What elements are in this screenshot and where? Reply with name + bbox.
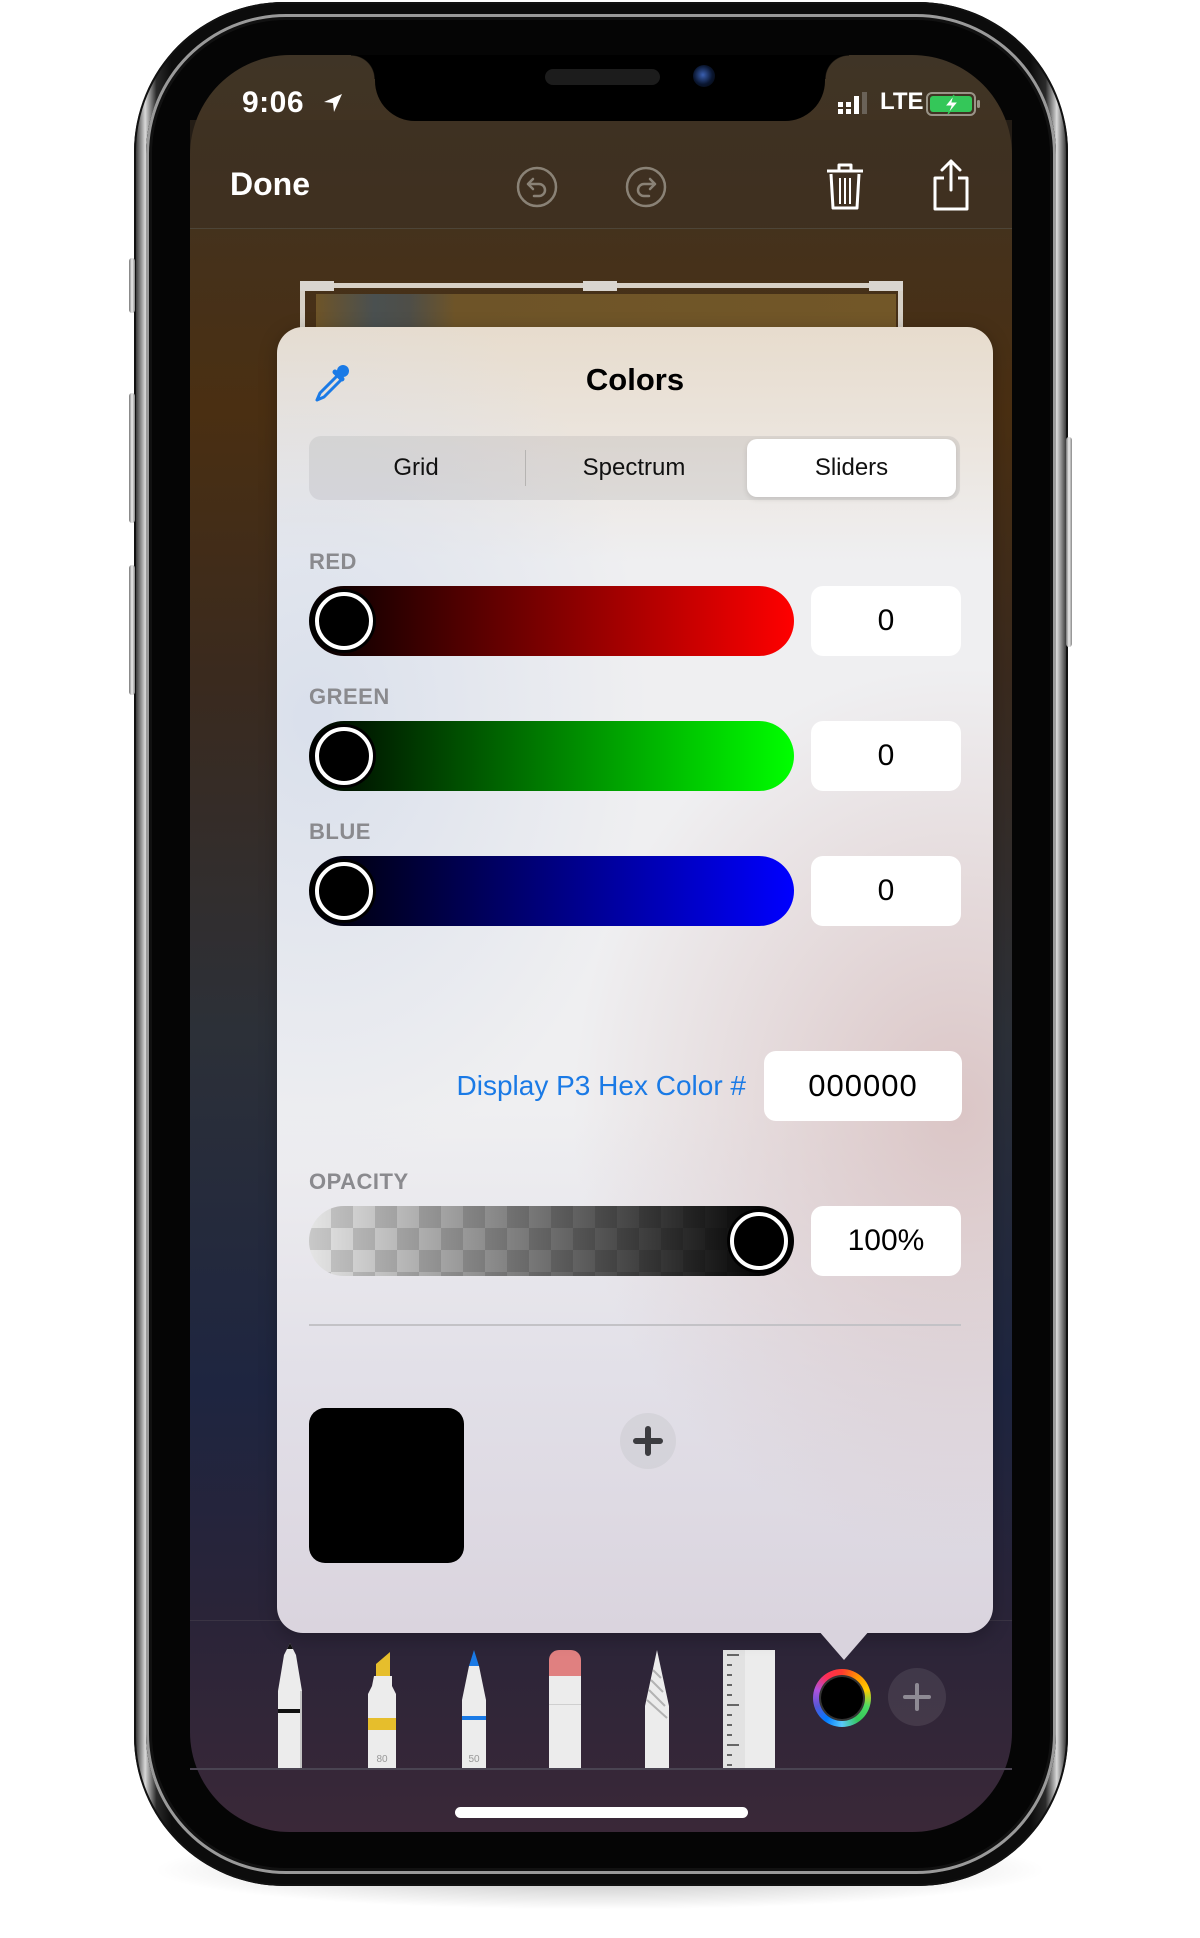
crop-handle-right[interactable] [869, 281, 903, 291]
crop-handle-center[interactable] [583, 281, 617, 291]
tab-sliders[interactable]: Sliders [747, 439, 956, 497]
hex-color-field[interactable]: 000000 [764, 1051, 962, 1121]
saved-color-swatch[interactable] [309, 1408, 464, 1563]
red-slider[interactable] [309, 586, 794, 656]
popover-title: Colors [585, 362, 685, 397]
plus-icon [903, 1683, 931, 1711]
notch [351, 55, 849, 121]
done-button[interactable]: Done [230, 166, 310, 203]
segment-divider [525, 450, 526, 486]
eraser-icon[interactable] [548, 1650, 582, 1769]
front-camera [693, 65, 715, 87]
tray-add-button[interactable] [888, 1668, 946, 1726]
popover-pointer [818, 1630, 870, 1660]
pen-icon[interactable] [272, 1641, 308, 1769]
share-icon[interactable] [930, 158, 972, 212]
red-value-field[interactable]: 0 [811, 586, 961, 656]
lasso-icon[interactable] [639, 1650, 675, 1769]
markup-toolbar [190, 120, 1012, 229]
green-label: GREEN [309, 684, 390, 709]
home-indicator[interactable] [455, 1807, 748, 1818]
earpiece-speaker [545, 69, 660, 85]
location-arrow-icon [324, 94, 342, 112]
opacity-slider-thumb[interactable] [730, 1212, 788, 1270]
green-value-field[interactable]: 0 [811, 721, 961, 791]
color-wheel-icon[interactable] [813, 1669, 871, 1727]
status-time: 9:06 [242, 86, 305, 119]
section-divider [309, 1324, 961, 1326]
red-label: RED [309, 549, 357, 574]
cellular-signal-icon [838, 92, 867, 114]
ruler-icon[interactable] [723, 1650, 775, 1769]
battery-charging-icon [926, 92, 980, 116]
tab-spectrum[interactable]: Spectrum [527, 436, 741, 500]
opacity-label: OPACITY [309, 1169, 409, 1194]
blue-label: BLUE [309, 819, 371, 844]
plus-icon [633, 1426, 663, 1456]
trash-icon[interactable] [824, 162, 866, 212]
pencil-icon[interactable]: 50 [456, 1650, 492, 1769]
blue-slider[interactable] [309, 856, 794, 926]
green-slider[interactable] [309, 721, 794, 791]
current-color-indicator [821, 1677, 863, 1719]
add-color-button[interactable] [620, 1413, 676, 1469]
blue-slider-thumb[interactable] [315, 862, 373, 920]
red-slider-thumb[interactable] [315, 592, 373, 650]
opacity-value-field[interactable]: 100% [811, 1206, 961, 1276]
volume-up-button [129, 393, 135, 523]
pencil-size-label: 50 [468, 1754, 480, 1765]
blue-value-field[interactable]: 0 [811, 856, 961, 926]
network-type: LTE [880, 88, 924, 115]
redo-icon[interactable] [624, 165, 668, 209]
picker-mode-segmented-control: Grid Spectrum Sliders [309, 436, 960, 500]
volume-down-button [129, 565, 135, 695]
tab-grid[interactable]: Grid [309, 436, 523, 500]
undo-icon[interactable] [515, 165, 559, 209]
mute-switch [129, 258, 135, 313]
side-button [1066, 437, 1072, 647]
marker-icon[interactable]: 80 [364, 1650, 400, 1769]
crop-handle-left[interactable] [300, 281, 334, 291]
hex-color-label[interactable]: Display P3 Hex Color # [457, 1070, 746, 1102]
green-slider-thumb[interactable] [315, 727, 373, 785]
tray-bottom-divider [190, 1768, 1012, 1770]
marker-size-label: 80 [376, 1754, 388, 1765]
opacity-slider[interactable] [309, 1206, 794, 1276]
